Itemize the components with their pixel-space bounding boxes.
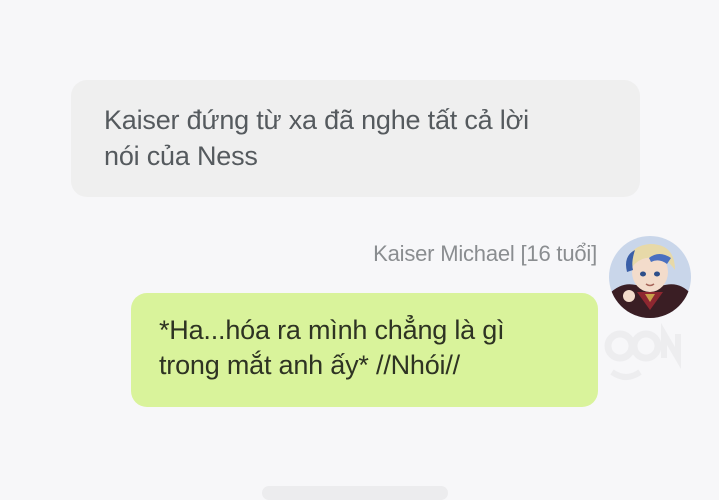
watermark-logo [598,320,684,387]
message-bubble: *Ha...hóa ra mình chẳng là gì trong mắt … [131,293,598,407]
sender-name: Kaiser Michael [16 tuổi] [373,241,597,266]
next-bubble-edge [262,486,448,500]
character-avatar-icon [609,236,691,318]
avatar[interactable] [609,236,691,318]
narration-text: Kaiser đứng từ xa đã nghe tất cả lời nói… [104,105,529,171]
narration-bubble: Kaiser đứng từ xa đã nghe tất cả lời nói… [71,80,640,197]
message-text: *Ha...hóa ra mình chẳng là gì trong mắt … [159,315,505,380]
